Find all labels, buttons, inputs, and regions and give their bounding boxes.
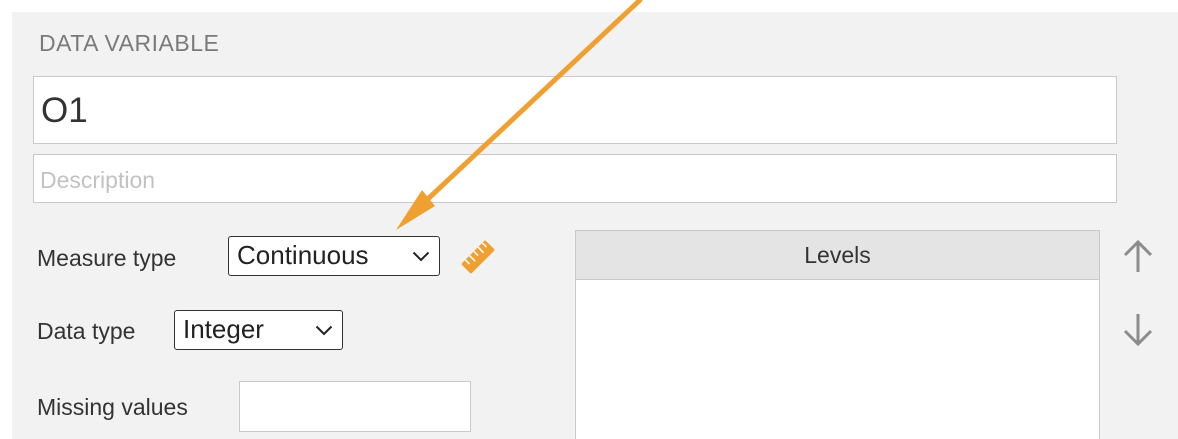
chevron-down-icon [315, 325, 333, 336]
measure-type-select[interactable]: Continuous [228, 236, 440, 276]
description-field[interactable]: Description [33, 154, 1117, 203]
data-type-value: Integer [183, 314, 264, 344]
section-title: DATA VARIABLE [39, 30, 220, 56]
chevron-down-icon [412, 251, 430, 262]
arrow-up-icon[interactable] [1120, 236, 1156, 276]
missing-values-label: Missing values [37, 394, 188, 420]
data-type-label: Data type [37, 318, 136, 344]
measure-type-label: Measure type [37, 245, 177, 271]
arrow-down-icon[interactable] [1120, 310, 1156, 350]
levels-list[interactable]: Levels [575, 230, 1100, 439]
levels-header: Levels [576, 231, 1099, 280]
variable-name-field[interactable]: O1 [33, 76, 1117, 144]
data-type-select[interactable]: Integer [174, 310, 343, 350]
ruler-icon [461, 240, 495, 274]
missing-values-input[interactable] [239, 381, 471, 432]
measure-type-value: Continuous [237, 240, 369, 270]
